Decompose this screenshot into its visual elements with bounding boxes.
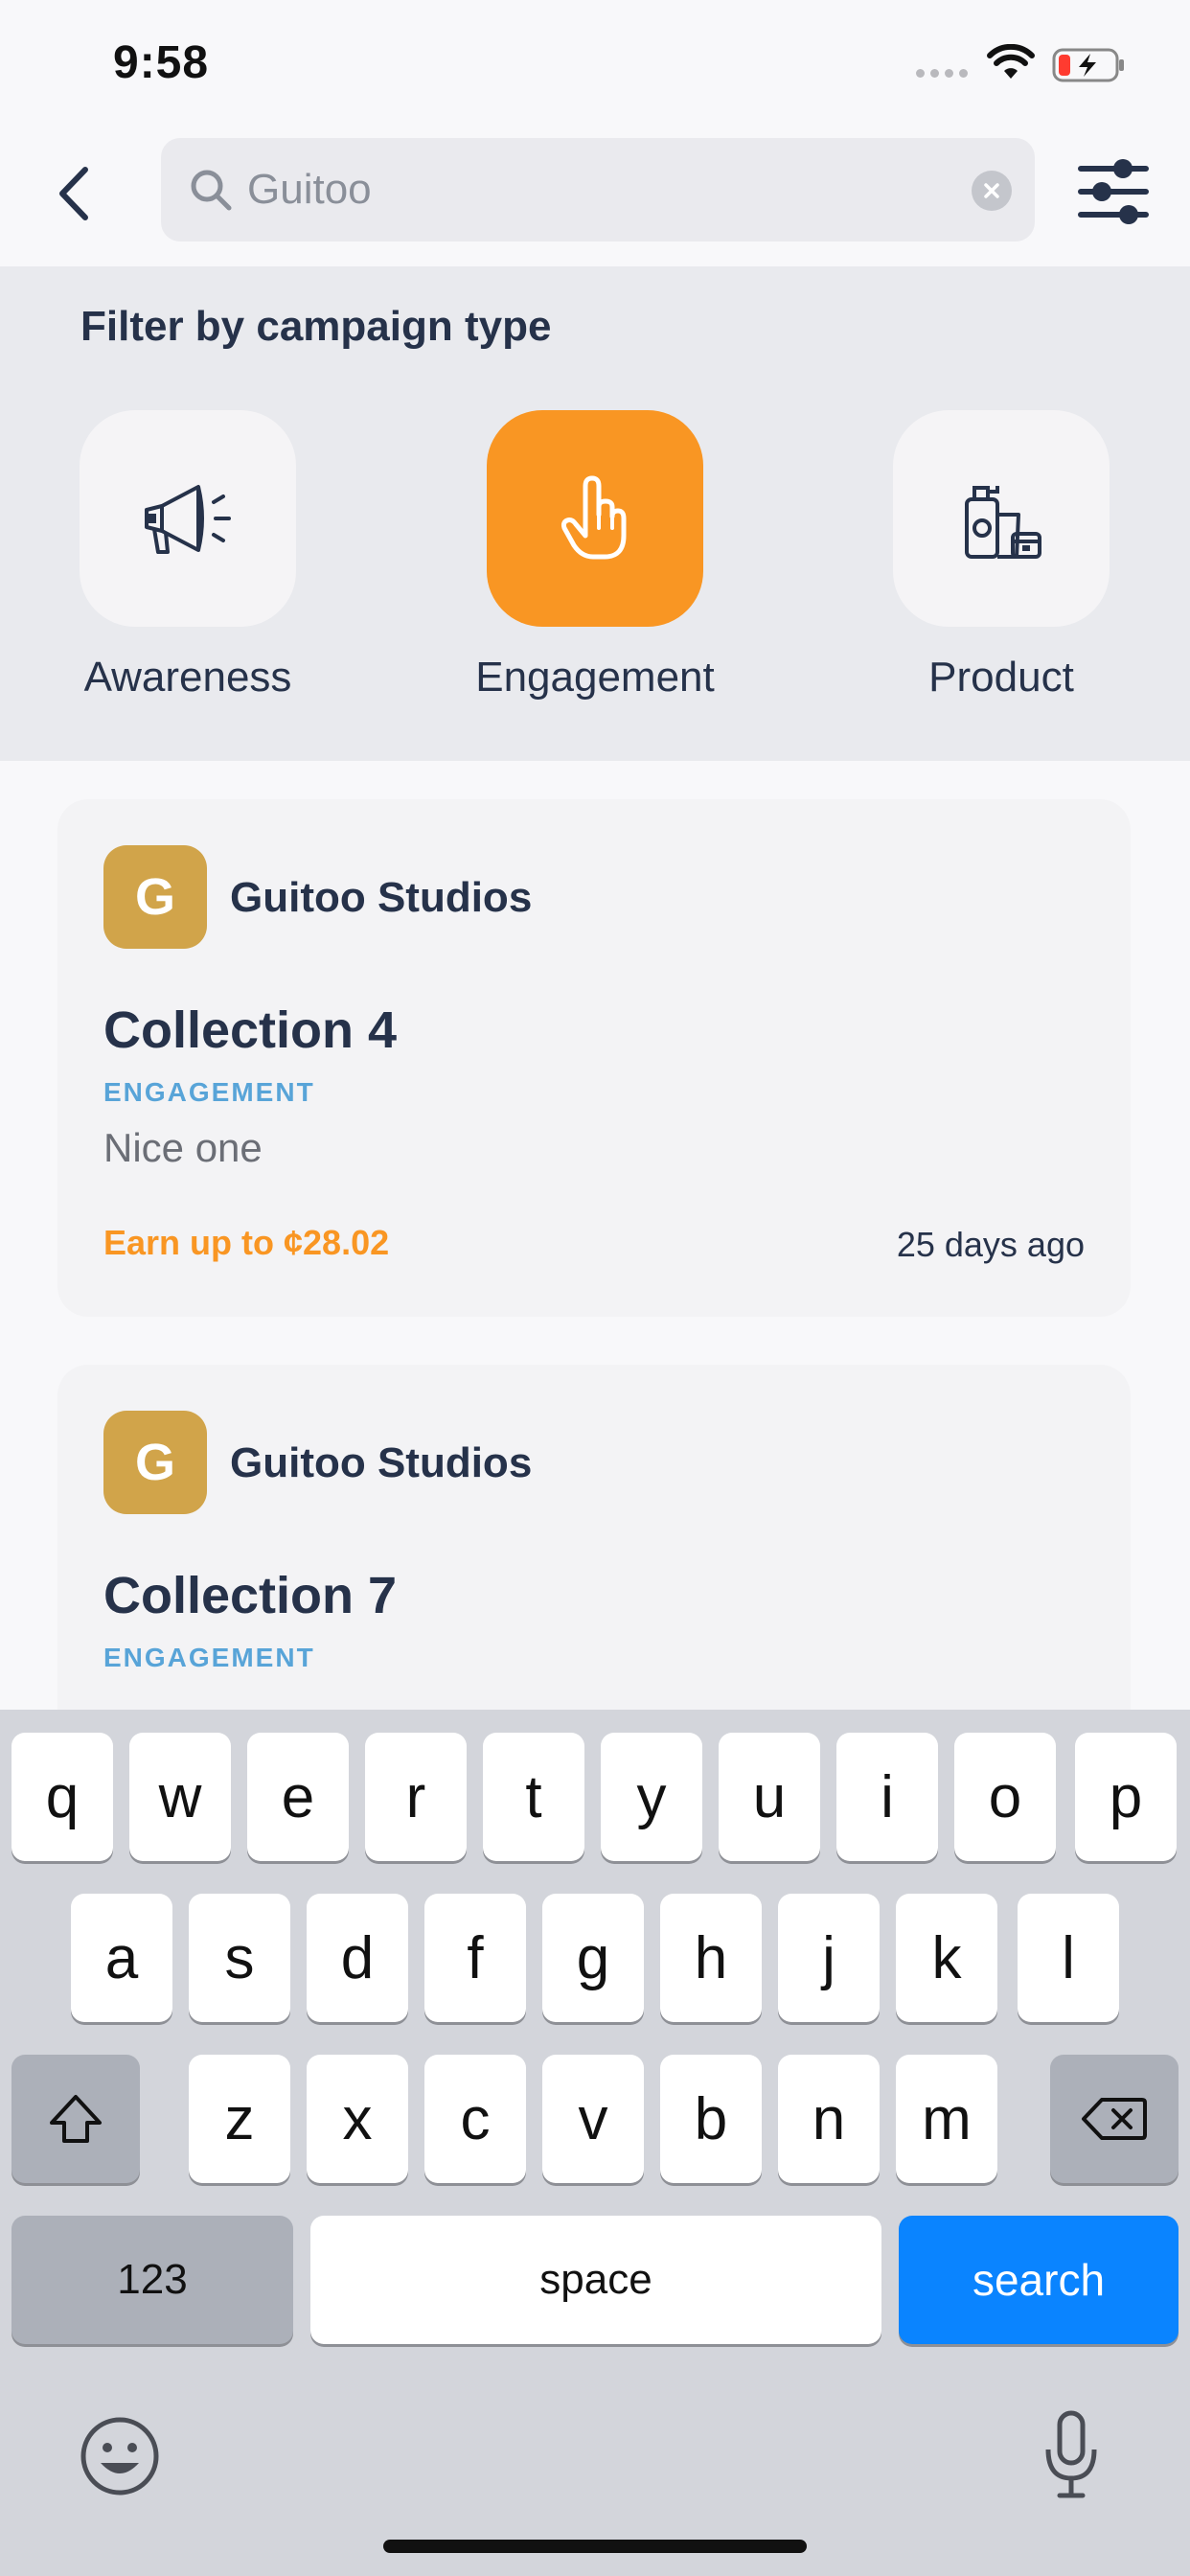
- key-e[interactable]: e: [247, 1733, 349, 1861]
- brand-avatar: G: [103, 1411, 207, 1514]
- category-tile[interactable]: [893, 410, 1110, 627]
- key-s[interactable]: s: [189, 1894, 290, 2022]
- filter-title: Filter by campaign type: [80, 303, 552, 350]
- key-y[interactable]: y: [601, 1733, 702, 1861]
- key-b[interactable]: b: [660, 2055, 762, 2183]
- campaign-type: ENGAGEMENT: [103, 1077, 315, 1107]
- key-w[interactable]: w: [129, 1733, 231, 1861]
- key-j[interactable]: j: [778, 1894, 880, 2022]
- key-r[interactable]: r: [365, 1733, 467, 1861]
- key-h[interactable]: h: [660, 1894, 762, 2022]
- close-icon: [984, 183, 999, 198]
- key-u[interactable]: u: [719, 1733, 820, 1861]
- products-icon: [965, 486, 1041, 559]
- filter-sliders-icon[interactable]: [1075, 155, 1152, 228]
- key-t[interactable]: t: [483, 1733, 584, 1861]
- key-d[interactable]: d: [307, 1894, 408, 2022]
- key-q[interactable]: q: [11, 1733, 113, 1861]
- brand-name: Guitoo Studios: [230, 1439, 533, 1486]
- key-n[interactable]: n: [778, 2055, 880, 2183]
- campaign-title: Collection 4: [103, 1001, 398, 1059]
- status-time: 9:58: [113, 37, 210, 88]
- shift-key[interactable]: [11, 2055, 140, 2183]
- space-key[interactable]: space: [310, 2216, 881, 2344]
- category-tile[interactable]: [80, 410, 296, 627]
- brand-name: Guitoo Studios: [230, 874, 533, 921]
- numbers-key[interactable]: 123: [11, 2216, 293, 2344]
- microphone-icon[interactable]: [1041, 2407, 1102, 2503]
- onscreen-keyboard: q w e r t y u i o p a s d f g h j k l z …: [0, 1710, 1190, 2576]
- back-button[interactable]: [46, 157, 100, 230]
- campaign-title: Collection 7: [103, 1567, 398, 1624]
- shift-arrow-icon: [50, 2095, 102, 2143]
- key-g[interactable]: g: [542, 1894, 644, 2022]
- search-bar[interactable]: [161, 138, 1035, 242]
- campaign-type-filter: Filter by campaign type Awareness Engage…: [0, 266, 1190, 761]
- campaign-description: Nice one: [103, 1125, 263, 1170]
- megaphone-icon: [145, 485, 231, 554]
- key-k[interactable]: k: [896, 1894, 997, 2022]
- campaign-card[interactable]: G Guitoo Studios Collection 4 ENGAGEMENT…: [57, 799, 1131, 1317]
- key-i[interactable]: i: [836, 1733, 938, 1861]
- brand-avatar: G: [103, 845, 207, 949]
- hand-pointer-icon: [561, 475, 627, 560]
- category-tile-active[interactable]: [487, 410, 703, 627]
- chevron-left-icon: [59, 167, 88, 220]
- key-a[interactable]: a: [71, 1894, 172, 2022]
- key-v[interactable]: v: [542, 2055, 644, 2183]
- emoji-icon[interactable]: [77, 2413, 163, 2499]
- backspace-icon: [1082, 2098, 1147, 2140]
- category-product[interactable]: Product: [858, 410, 1145, 702]
- key-f[interactable]: f: [424, 1894, 526, 2022]
- search-header: [0, 134, 1190, 266]
- key-m[interactable]: m: [896, 2055, 997, 2183]
- key-o[interactable]: o: [954, 1733, 1056, 1861]
- key-l[interactable]: l: [1018, 1894, 1119, 2022]
- search-icon: [191, 170, 232, 211]
- clear-search-button[interactable]: [972, 171, 1012, 211]
- key-z[interactable]: z: [189, 2055, 290, 2183]
- key-p[interactable]: p: [1075, 1733, 1177, 1861]
- campaign-card[interactable]: G Guitoo Studios Collection 7 ENGAGEMENT: [57, 1365, 1131, 1767]
- key-c[interactable]: c: [424, 2055, 526, 2183]
- search-key[interactable]: search: [899, 2216, 1179, 2344]
- category-awareness[interactable]: Awareness: [44, 410, 332, 702]
- key-x[interactable]: x: [307, 2055, 408, 2183]
- wifi-icon: [987, 44, 1035, 79]
- category-label: Awareness: [83, 654, 292, 701]
- delete-key[interactable]: [1050, 2055, 1179, 2183]
- campaign-timestamp: 25 days ago: [896, 1225, 1085, 1264]
- status-bar: 9:58: [0, 0, 1190, 134]
- category-label: Product: [928, 654, 1074, 701]
- home-indicator: [383, 2540, 807, 2553]
- campaign-type: ENGAGEMENT: [103, 1643, 315, 1672]
- search-input[interactable]: [247, 151, 918, 228]
- campaign-earnings: Earn up to ¢28.02: [103, 1223, 390, 1262]
- category-engagement[interactable]: Engagement: [451, 410, 739, 702]
- category-label: Engagement: [475, 654, 715, 701]
- battery-icon: [1052, 48, 1124, 82]
- cellular-signal-icon: [916, 69, 968, 78]
